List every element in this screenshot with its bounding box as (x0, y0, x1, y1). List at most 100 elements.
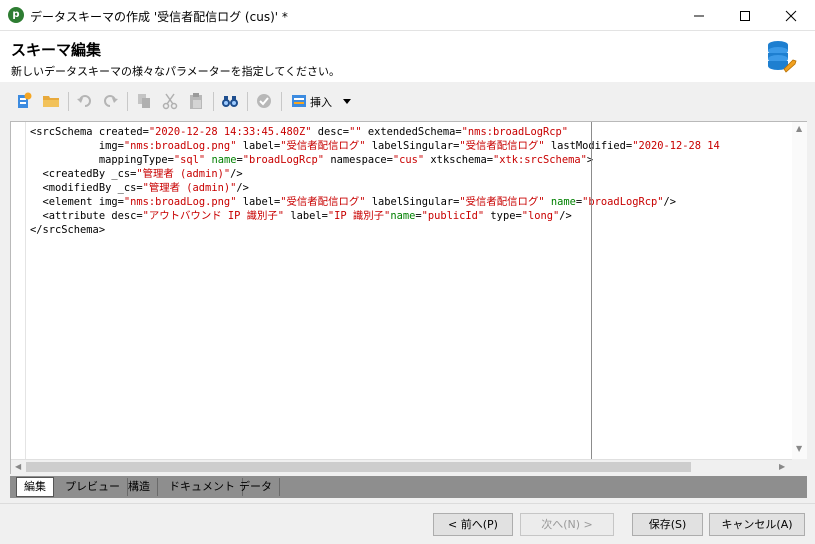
new-entity-button[interactable] (15, 92, 33, 110)
insert-icon (292, 95, 306, 107)
code-token: "2020-12-28 14 (632, 140, 720, 152)
code-token: lastModified= (544, 140, 633, 152)
new-entity-icon (18, 92, 32, 108)
scroll-right-icon[interactable]: ▶ (779, 462, 785, 471)
title-bar: p データスキーマの作成 '受信者配信ログ (cus)' * (0, 0, 815, 31)
redo-button[interactable] (101, 92, 119, 110)
code-token: label= (284, 210, 328, 222)
editor-gutter (11, 122, 26, 459)
page-title: スキーマ編集 (11, 41, 102, 59)
code-token: xtkschema= (424, 154, 493, 166)
undo-button[interactable] (76, 92, 94, 110)
minimize-icon (694, 15, 704, 17)
minimize-button[interactable] (676, 0, 722, 31)
maximize-icon (740, 11, 750, 21)
cut-icon (162, 93, 178, 110)
close-button[interactable] (768, 0, 814, 31)
maximize-button[interactable] (722, 0, 768, 31)
copy-button[interactable] (135, 92, 153, 110)
insert-dropdown-button[interactable]: 挿入 (289, 91, 359, 112)
code-token: label= (236, 196, 281, 208)
code-token: labelSingular= (365, 196, 460, 208)
cancel-button[interactable]: キャンセル(A) (709, 513, 805, 536)
code-token: "long" (521, 210, 560, 222)
code-token: label= (236, 140, 281, 152)
paste-icon (190, 93, 202, 109)
code-token: "受信者配信ログ" (459, 140, 545, 152)
code-token: > (586, 154, 594, 166)
code-token: <createdBy _cs= (30, 168, 137, 180)
code-token: </srcSchema> (30, 224, 106, 236)
code-line: <modifiedBy _cs="管理者 (admin)"/> (30, 181, 720, 195)
code-line: <attribute desc="アウトバウンド IP 識別子" label="… (30, 209, 720, 223)
tab-data[interactable]: データ (232, 478, 280, 496)
editor-toolbar: 挿入 (10, 88, 807, 115)
code-token: extendedSchema= (361, 126, 462, 138)
tab-documentation[interactable]: ドキュメント (162, 478, 243, 496)
tab-preview[interactable]: プレビュー (58, 478, 128, 496)
code-token: <srcSchema created= (30, 126, 149, 138)
tab-edit[interactable]: 編集 (16, 477, 54, 497)
code-token: type= (484, 210, 522, 222)
code-token: img= (30, 140, 124, 152)
horizontal-scrollbar[interactable]: ◀ ▶ (11, 459, 792, 474)
code-token: /> (236, 182, 249, 194)
code-token: "broadLogRcp" (242, 154, 325, 166)
chevron-down-icon (343, 99, 351, 104)
scroll-down-icon[interactable]: ▼ (796, 444, 802, 453)
find-button[interactable] (221, 92, 239, 110)
undo-icon (77, 95, 91, 107)
code-token: "アウトバウンド IP 識別子" (142, 210, 285, 222)
code-token: "publicId" (421, 210, 485, 222)
paste-button[interactable] (187, 92, 205, 110)
save-button[interactable]: 保存(S) (632, 513, 703, 536)
prev-button[interactable]: < 前へ(P) (433, 513, 513, 536)
wizard-footer: < 前へ(P) 次へ(N) > 保存(S) キャンセル(A) (0, 503, 815, 544)
redo-icon (104, 95, 118, 107)
insert-label: 挿入 (310, 96, 332, 109)
code-token: <modifiedBy _cs= (30, 182, 143, 194)
code-token: labelSingular= (365, 140, 460, 152)
code-line: img="nms:broadLog.png" label="受信者配信ログ" l… (30, 139, 720, 153)
code-token: "受信者配信ログ" (459, 196, 545, 208)
code-line: mappingType="sql" name="broadLogRcp" nam… (30, 153, 720, 167)
code-token: <element img= (30, 196, 124, 208)
code-line: <srcSchema created="2020-12-28 14:33:45.… (30, 125, 720, 139)
code-token: name (390, 210, 416, 222)
code-token: "管理者 (admin)" (136, 168, 231, 180)
scroll-corner (792, 459, 807, 474)
scroll-up-icon[interactable]: ▲ (796, 124, 802, 133)
window-title: データスキーマの作成 '受信者配信ログ (cus)' * (30, 10, 288, 24)
app-icon: p (8, 7, 24, 23)
page-subtitle: 新しいデータスキーマの様々なパラメーターを指定してください。 (11, 65, 341, 78)
next-button[interactable]: 次へ(N) > (520, 513, 614, 536)
copy-icon (138, 94, 150, 108)
editor-edge-line (591, 122, 592, 459)
code-line: <element img="nms:broadLog.png" label= "受… (30, 195, 720, 209)
code-token: /> (559, 210, 572, 222)
code-token: "nms:broadLog.png" (123, 140, 237, 152)
code-token: "nms:broadLog.png" (123, 196, 237, 208)
code-token: "受信者配信ログ" (280, 140, 366, 152)
code-token: "broadLogRcp" (582, 196, 664, 208)
code-token: namespace= (324, 154, 393, 166)
vertical-scrollbar[interactable]: ▲ ▼ (792, 122, 807, 459)
horizontal-scroll-thumb[interactable] (26, 462, 691, 472)
binoculars-icon (222, 96, 238, 107)
scroll-left-icon[interactable]: ◀ (15, 462, 21, 471)
wizard-header: スキーマ編集 新しいデータスキーマの様々なパラメーターを指定してください。 (0, 31, 815, 82)
code-token: desc= (311, 126, 350, 138)
code-token: mappingType= (30, 154, 174, 166)
database-wrench-icon (768, 41, 797, 73)
code-token: "IP 識別子" (327, 210, 391, 222)
xml-code[interactable]: <srcSchema created="2020-12-28 14:33:45.… (30, 125, 720, 237)
xml-editor[interactable]: <srcSchema created="2020-12-28 14:33:45.… (10, 121, 807, 474)
check-circle-icon (257, 94, 271, 108)
code-token: <attribute desc= (30, 210, 143, 222)
open-button[interactable] (42, 92, 60, 110)
validate-button[interactable] (255, 92, 273, 110)
cut-button[interactable] (161, 92, 179, 110)
close-icon (785, 10, 797, 22)
editor-tabs: 編集 プレビュー 構造 ドキュメント データ (10, 476, 807, 498)
tab-structure[interactable]: 構造 (121, 478, 158, 496)
